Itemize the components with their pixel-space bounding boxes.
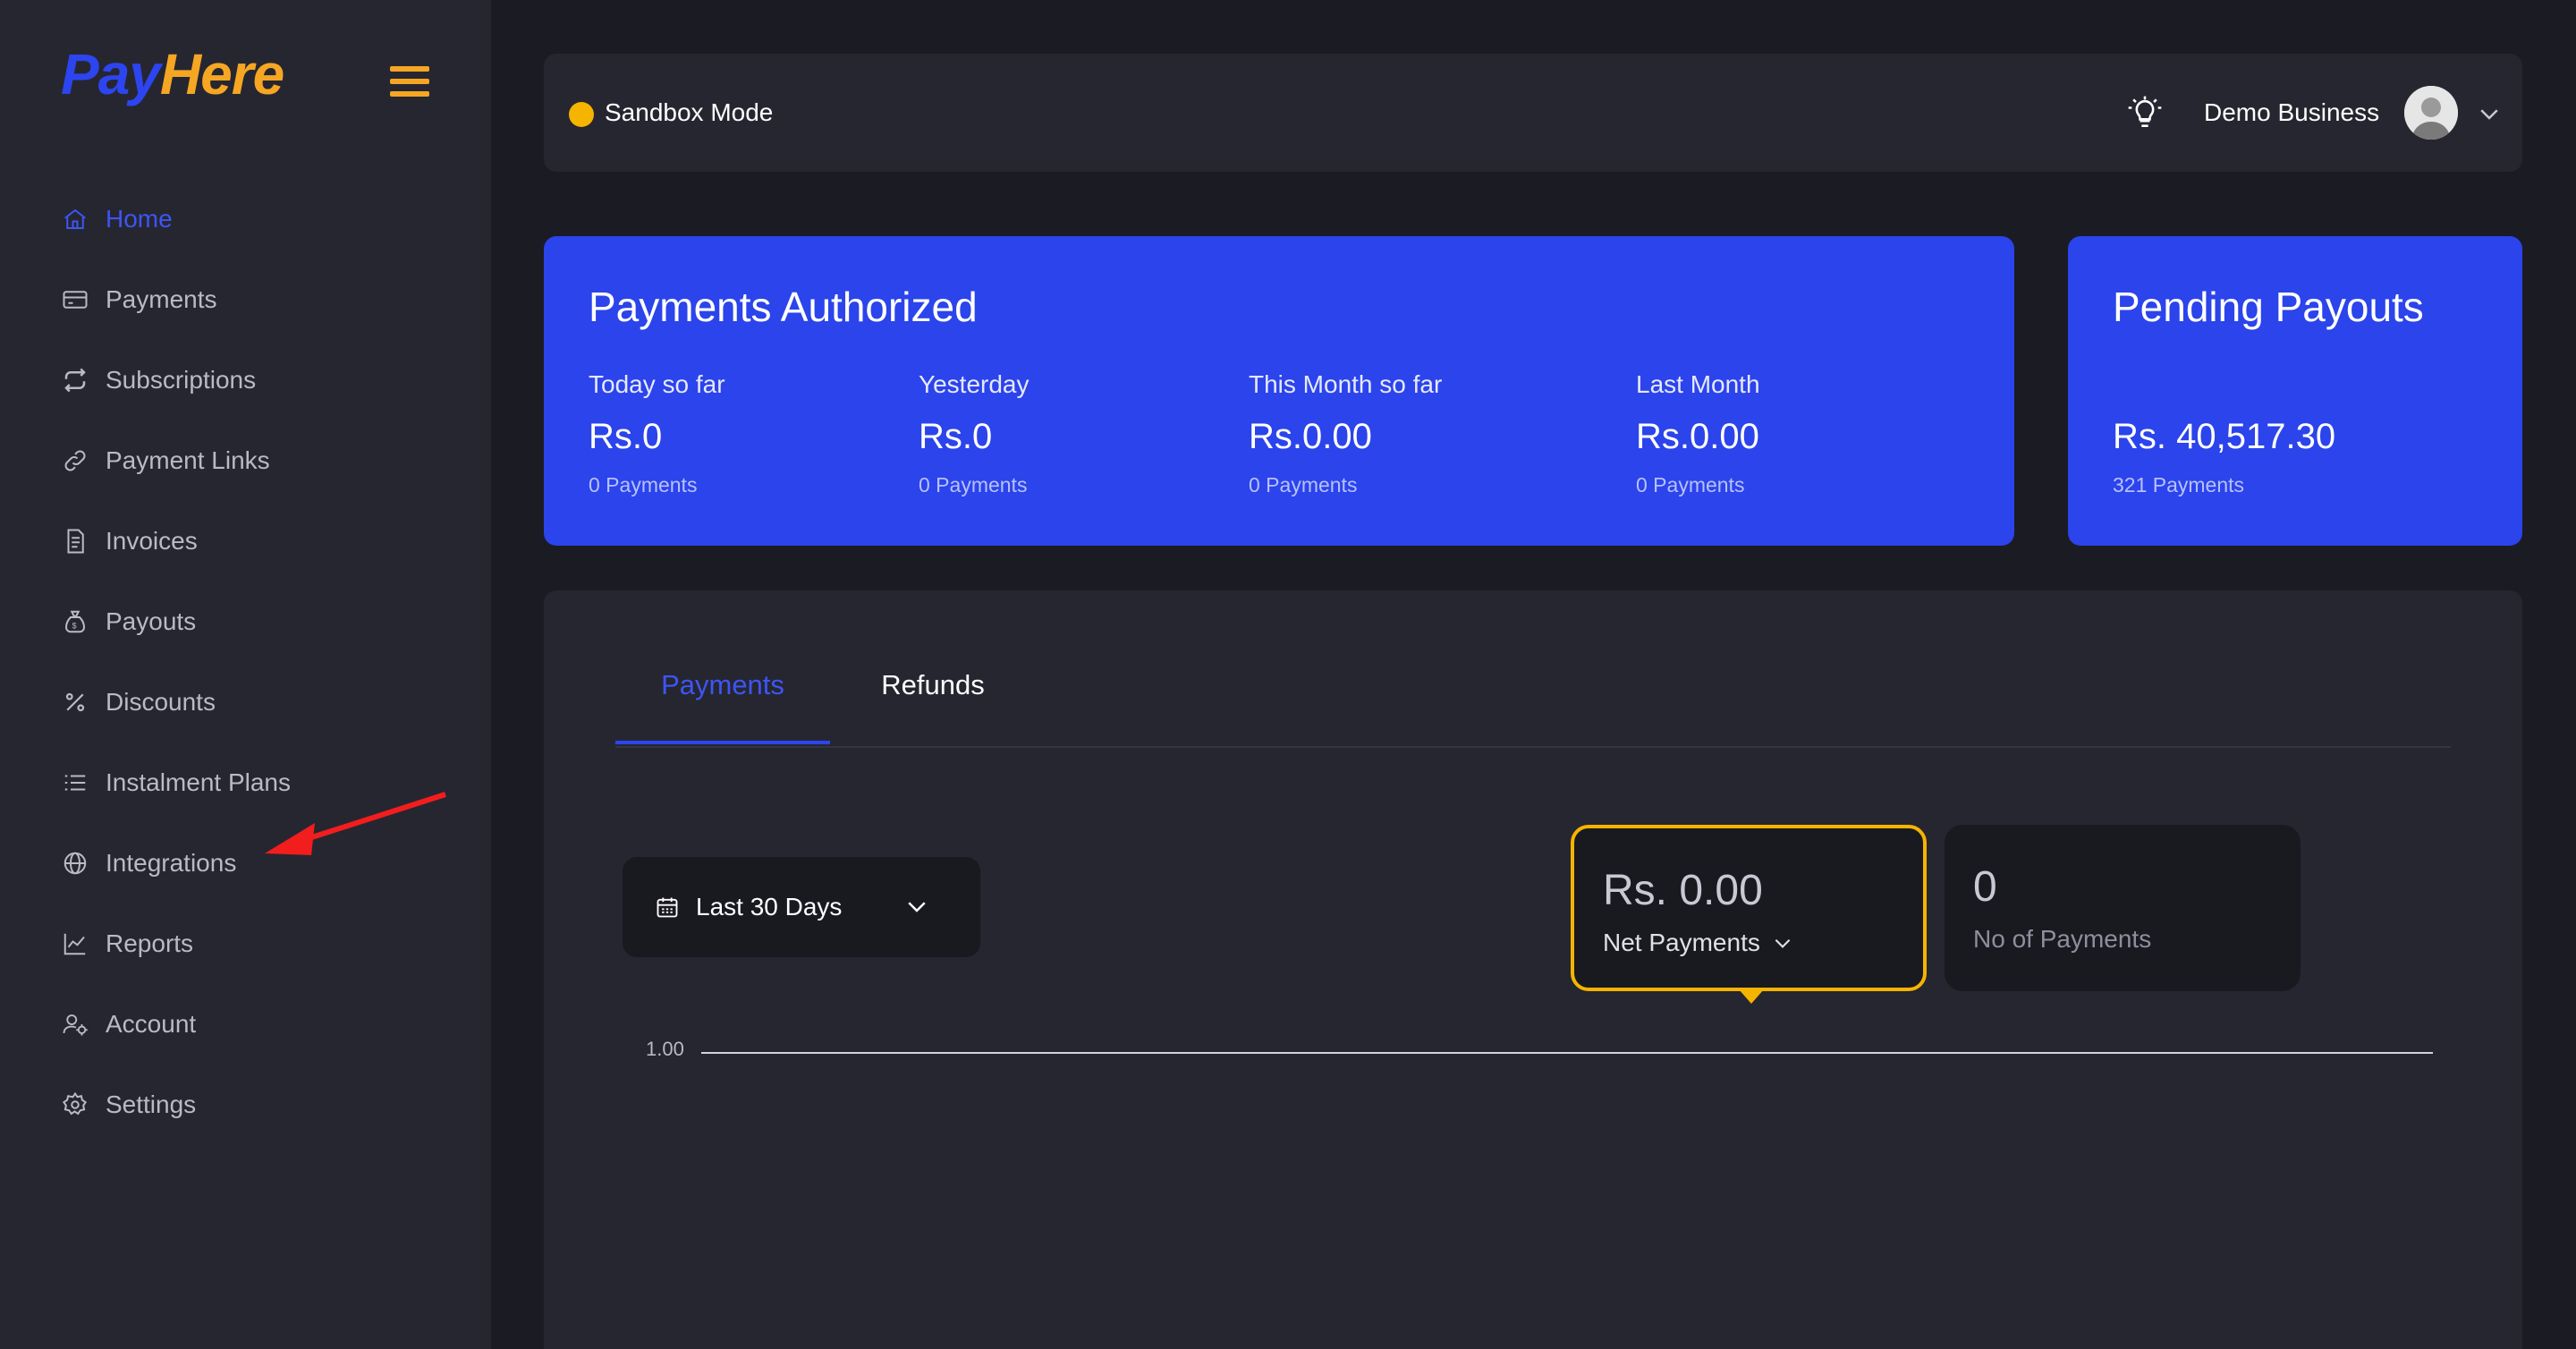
net-payments-value: Rs. 0.00 <box>1603 867 1763 914</box>
tab-payments[interactable]: Payments <box>615 660 830 744</box>
lightbulb-icon[interactable] <box>2125 93 2165 132</box>
card-icon <box>61 285 89 314</box>
sidebar-item-label: Invoices <box>106 527 198 555</box>
metric-sub: 0 Payments <box>589 473 698 496</box>
sidebar-item-label: Integrations <box>106 849 237 877</box>
payment-count-label: No of Payments <box>1973 925 2152 953</box>
payhere-logo[interactable]: PayHere <box>61 41 284 107</box>
sandbox-status-dot <box>569 102 594 127</box>
logo-here: Here <box>159 42 284 106</box>
avatar[interactable] <box>2404 86 2458 140</box>
money-bag-icon: $ <box>61 607 89 636</box>
metric-today: Today so far Rs.0 0 Payments <box>589 370 725 497</box>
net-payments-stat[interactable]: Rs. 0.00 Net Payments <box>1571 825 1927 1004</box>
payments-authorized-card: Payments Authorized Today so far Rs.0 0 … <box>544 236 2014 546</box>
metric-pending: Rs. 40,517.30 321 Payments <box>2113 370 2335 497</box>
payment-count-value: 0 <box>1973 863 1997 911</box>
percent-icon <box>61 688 89 717</box>
sidebar-item-label: Settings <box>106 1090 197 1118</box>
tab-bar: Payments Refunds <box>615 660 2451 748</box>
gear-icon <box>61 1090 89 1119</box>
date-range-dropdown[interactable]: Last 30 Days <box>623 857 980 957</box>
top-bar: Sandbox Mode Demo Business <box>544 54 2522 172</box>
sidebar-item-label: Discounts <box>106 688 216 716</box>
calendar-icon <box>657 897 678 918</box>
chart-icon <box>61 929 89 958</box>
metric-this-month: This Month so far Rs.0.00 0 Payments <box>1249 370 1442 497</box>
users-gear-icon <box>61 1010 89 1039</box>
chart-baseline <box>701 1052 2433 1054</box>
sidebar-item-label: Payouts <box>106 607 197 635</box>
chart-y-tick: 1.00 <box>646 1038 684 1060</box>
sidebar-item-label: Payment Links <box>106 446 270 474</box>
card-title: Pending Payouts <box>2113 284 2424 330</box>
chevron-down-icon <box>1775 938 1791 948</box>
sidebar-item-subscriptions[interactable]: Subscriptions <box>61 340 454 420</box>
svg-text:$: $ <box>72 622 77 631</box>
card-title: Payments Authorized <box>589 284 978 330</box>
sidebar-item-home[interactable]: Home <box>61 179 454 259</box>
selected-pointer <box>1739 989 1764 1004</box>
date-range-label: Last 30 Days <box>696 893 843 921</box>
net-payments-selector[interactable]: Net Payments <box>1603 929 1794 957</box>
sandbox-mode-label: Sandbox Mode <box>605 98 774 126</box>
metric-label: Yesterday <box>919 370 1030 398</box>
metric-last-month: Last Month Rs.0.00 0 Payments <box>1636 370 1760 497</box>
sidebar-item-invoices[interactable]: Invoices <box>61 501 454 581</box>
metric-value: Rs.0 <box>919 417 993 456</box>
business-name[interactable]: Demo Business <box>2204 98 2379 127</box>
home-icon <box>61 205 89 233</box>
repeat-icon <box>61 366 89 395</box>
payments-panel: Payments Refunds Last 30 Days Rs. 0.00 N… <box>544 590 2522 1349</box>
link-icon <box>61 446 89 475</box>
net-payments-label: Net Payments <box>1603 929 1760 956</box>
pending-payouts-card: Pending Payouts Rs. 40,517.30 321 Paymen… <box>2068 236 2522 546</box>
logo-pay: Pay <box>61 42 161 106</box>
metric-value: Rs. 40,517.30 <box>2113 417 2336 456</box>
sidebar-item-label: Account <box>106 1010 197 1038</box>
sidebar-item-payouts[interactable]: $ Payouts <box>61 581 454 662</box>
metric-label: Last Month <box>1636 370 1760 398</box>
metric-label: Today so far <box>589 370 725 398</box>
tab-refunds[interactable]: Refunds <box>830 660 1036 744</box>
globe-icon <box>61 849 89 878</box>
sidebar-item-payment-links[interactable]: Payment Links <box>61 420 454 501</box>
metric-value: Rs.0.00 <box>1249 417 1372 456</box>
metric-sub: 321 Payments <box>2113 473 2245 496</box>
metric-sub: 0 Payments <box>1249 473 1358 496</box>
menu-toggle-icon[interactable] <box>390 66 429 97</box>
sidebar-item-account[interactable]: Account <box>61 984 454 1065</box>
metric-value: Rs.0 <box>589 417 663 456</box>
metric-value: Rs.0.00 <box>1636 417 1759 456</box>
sidebar-item-label: Home <box>106 205 173 233</box>
sidebar-item-label: Subscriptions <box>106 366 257 394</box>
sidebar-item-reports[interactable]: Reports <box>61 904 454 984</box>
red-arrow-annotation <box>265 792 446 855</box>
sidebar-nav: Home Payments Subscriptions Payment Link… <box>61 179 454 1145</box>
chevron-down-icon <box>908 902 926 912</box>
metric-sub: 0 Payments <box>1636 473 1745 496</box>
sidebar: PayHere Home Payments Subscriptions Paym… <box>0 0 491 1349</box>
sidebar-item-discounts[interactable]: Discounts <box>61 662 454 742</box>
sidebar-item-label: Reports <box>106 929 194 957</box>
metric-sub: 0 Payments <box>919 473 1028 496</box>
invoice-icon <box>61 527 89 556</box>
list-icon <box>61 768 89 797</box>
metric-yesterday: Yesterday Rs.0 0 Payments <box>919 370 1030 497</box>
sidebar-item-label: Payments <box>106 285 217 313</box>
payment-count-stat[interactable]: 0 No of Payments <box>1945 825 2301 991</box>
chevron-down-icon[interactable] <box>2476 100 2503 127</box>
sidebar-item-settings[interactable]: Settings <box>61 1065 454 1145</box>
metric-label: This Month so far <box>1249 370 1443 398</box>
sidebar-item-payments[interactable]: Payments <box>61 259 454 340</box>
